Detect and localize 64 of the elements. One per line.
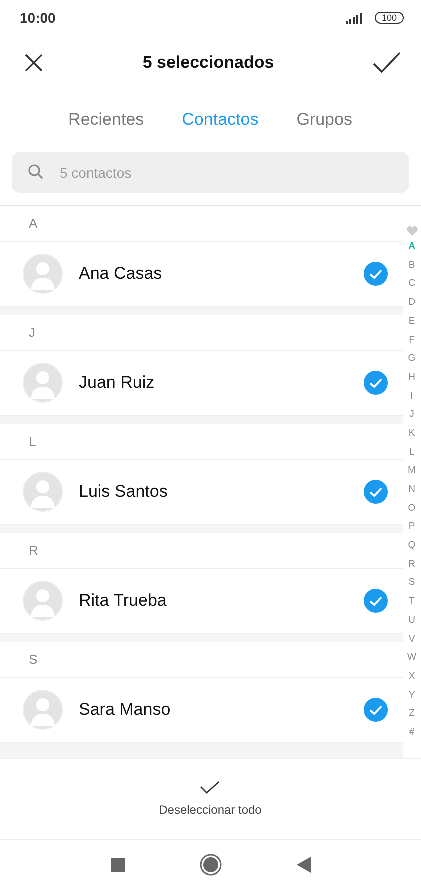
index-letter[interactable]: W <box>408 651 416 666</box>
section-letter: S <box>29 652 38 667</box>
index-letter[interactable]: G <box>408 352 416 367</box>
index-letter[interactable]: J <box>410 408 414 423</box>
index-letter[interactable]: O <box>408 502 416 516</box>
index-letter[interactable]: Z <box>409 707 415 722</box>
index-letter[interactable]: N <box>408 483 416 498</box>
checkbox[interactable] <box>364 371 388 395</box>
back-icon[interactable] <box>296 857 310 873</box>
index-letter[interactable]: S <box>408 576 416 592</box>
home-icon[interactable] <box>200 854 222 876</box>
close-icon[interactable] <box>24 53 44 73</box>
index-letter[interactable]: # <box>409 726 415 741</box>
index-letter[interactable]: V <box>408 632 416 648</box>
search-icon <box>28 164 44 180</box>
check-icon <box>200 781 220 795</box>
checkbox[interactable] <box>364 698 388 722</box>
index-letter[interactable]: F <box>409 334 415 348</box>
checkbox[interactable] <box>364 262 388 286</box>
recents-icon[interactable] <box>110 858 124 872</box>
index-letter[interactable]: Q <box>408 539 416 554</box>
section-letter: R <box>29 543 38 558</box>
avatar-icon <box>23 690 63 730</box>
signal-icon <box>346 12 362 24</box>
search-field[interactable]: 5 contactos <box>12 152 409 193</box>
index-letter[interactable]: I <box>410 390 414 404</box>
deselect-all-button[interactable]: Deseleccionar todo <box>155 777 266 821</box>
index-letter[interactable]: U <box>408 614 416 628</box>
index-letter[interactable]: A <box>408 240 416 255</box>
index-letter[interactable]: D <box>408 296 416 311</box>
status-time: 10:00 <box>20 10 56 26</box>
tab[interactable]: Recientes <box>68 110 144 130</box>
index-letter[interactable]: Y <box>408 688 416 704</box>
header-title: 5 seleccionados <box>142 53 274 73</box>
section-letter: A <box>29 216 38 231</box>
index-letter[interactable]: L <box>409 446 415 460</box>
avatar-icon <box>23 581 63 621</box>
avatar-icon <box>23 254 63 294</box>
avatar-icon <box>23 363 63 403</box>
index-letter[interactable]: T <box>409 595 415 610</box>
section-letter: L <box>29 434 36 449</box>
contact-item[interactable]: Rita Trueba <box>0 569 403 633</box>
index-letter[interactable]: B <box>408 258 416 274</box>
avatar-icon <box>23 472 63 512</box>
tab[interactable]: Grupos <box>296 110 352 130</box>
index-letter[interactable]: K <box>408 426 416 442</box>
contact-item[interactable]: Juan Ruiz <box>0 351 403 415</box>
index-letter[interactable]: E <box>408 314 416 330</box>
index-letter[interactable]: H <box>408 370 416 386</box>
heart-icon[interactable] <box>406 226 418 236</box>
battery-indicator: 100 <box>374 12 404 24</box>
index-letter[interactable]: X <box>408 670 416 684</box>
confirm-check-icon[interactable] <box>373 52 401 74</box>
index-letter[interactable]: C <box>408 277 416 292</box>
index-letter[interactable]: R <box>408 558 416 572</box>
checkbox[interactable] <box>364 480 388 504</box>
checkbox[interactable] <box>364 589 388 613</box>
index-letter[interactable]: P <box>408 520 416 535</box>
contact-item[interactable]: Sara Manso <box>0 678 403 742</box>
tab[interactable]: Contactos <box>182 110 259 130</box>
contact-item[interactable]: Ana Casas <box>0 242 403 306</box>
index-letter[interactable]: M <box>408 464 416 479</box>
section-letter: J <box>29 325 36 340</box>
contact-item[interactable]: Luis Santos <box>0 460 403 524</box>
